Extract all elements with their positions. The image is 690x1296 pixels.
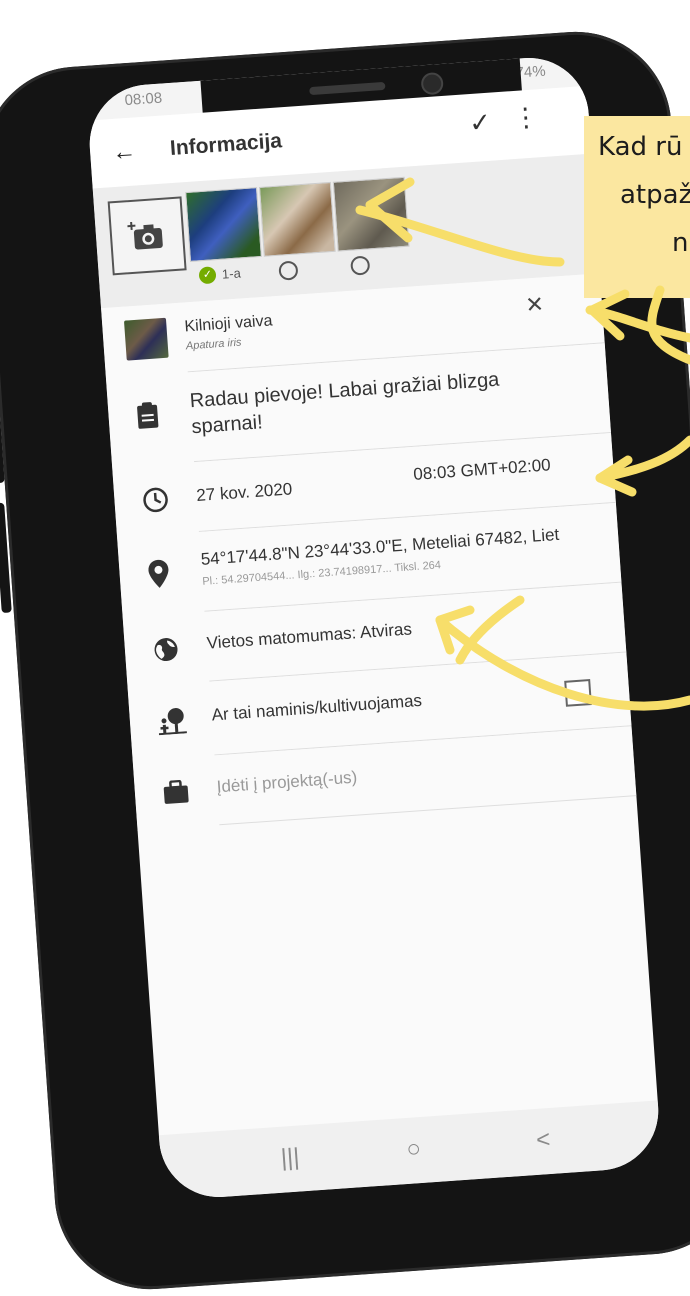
- status-time: 08:08: [124, 89, 163, 110]
- camera-plus-icon: [127, 221, 163, 250]
- observation-time: 08:03 GMT+02:00: [412, 455, 552, 484]
- front-camera: [420, 71, 444, 96]
- check-circle-icon: ✓: [198, 266, 217, 285]
- recent-apps-button[interactable]: |||: [280, 1144, 301, 1173]
- photo-thumbnail-2[interactable]: [258, 181, 336, 257]
- callout-line-1: Kad rū: [598, 132, 683, 162]
- speaker-grille: [309, 81, 386, 96]
- notes-line-1: Radau pievoje! Labai gražiai blizga: [189, 368, 501, 413]
- selected-photo-indicator[interactable]: ✓ 1-a: [198, 264, 242, 285]
- selected-photo-label: 1-a: [221, 265, 242, 282]
- photo-thumbnail-1[interactable]: [185, 187, 262, 262]
- more-options-icon[interactable]: ⋮: [512, 101, 540, 133]
- nav-back-button[interactable]: <: [535, 1126, 551, 1155]
- side-button: [0, 502, 12, 614]
- clock-icon: [143, 487, 168, 513]
- captive-checkbox[interactable]: [564, 679, 592, 707]
- add-photo-button[interactable]: [107, 196, 187, 276]
- geoprivacy-label: Vietos matomumas: Atviras: [206, 619, 413, 653]
- clipboard-icon: [137, 402, 159, 429]
- page-title: Informacija: [169, 129, 283, 161]
- taxon-common-name: Kilnioji vaiva: [183, 312, 274, 336]
- home-button[interactable]: ○: [406, 1135, 422, 1164]
- briefcase-icon: [163, 779, 189, 804]
- radio-circle-icon: [278, 260, 299, 281]
- app-screen: 08:08 74% ← Informacija ✓ ⋮ ✓ 1-a Kilnio…: [85, 53, 663, 1202]
- taxon-photo: [123, 317, 169, 361]
- back-arrow-icon[interactable]: ←: [111, 137, 137, 167]
- taxon-scientific-name: Apatura iris: [185, 336, 242, 353]
- photo-thumbnail-3[interactable]: [332, 176, 410, 252]
- confirm-check-icon[interactable]: ✓: [468, 107, 492, 139]
- divider: [219, 795, 637, 826]
- globe-icon: [154, 638, 178, 662]
- notes-line-2: sparnai!: [190, 411, 264, 439]
- plant-pot-icon: [158, 708, 187, 736]
- photo-2-radio[interactable]: [278, 260, 299, 281]
- callout-line-2: atpaž: [620, 180, 690, 210]
- observation-date: 27 kov. 2020: [195, 479, 293, 506]
- tutorial-callout: Kad rū atpaž n: [584, 116, 690, 298]
- close-icon[interactable]: ✕: [525, 291, 545, 318]
- volume-down-button: [0, 372, 5, 484]
- radio-circle-icon: [350, 255, 371, 276]
- location-pin-icon: [148, 559, 169, 588]
- add-to-project-placeholder: Įdėti į projektą(-us): [216, 767, 358, 797]
- captive-label: Ar tai naminis/kultivuojamas: [211, 690, 423, 725]
- photo-3-radio[interactable]: [350, 255, 371, 276]
- callout-line-3: n: [672, 228, 689, 258]
